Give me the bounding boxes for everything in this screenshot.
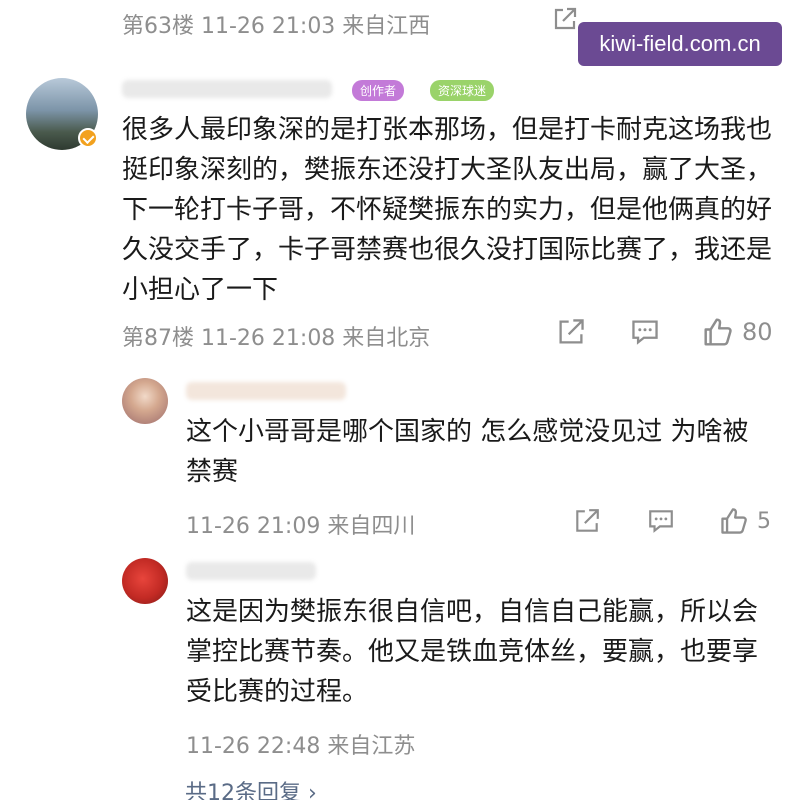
reply-avatar[interactable] — [122, 558, 168, 604]
floor-63-actions — [552, 6, 578, 32]
fan-tag: 资深球迷 — [430, 80, 495, 101]
reply-username-blurred — [186, 382, 346, 400]
comment-text: 很多人最印象深的是打张本那场，但是打卡耐克这场我也挺印象深刻的，樊振东还没打大圣… — [122, 115, 773, 305]
share-button[interactable] — [556, 317, 586, 347]
like-count: 80 — [742, 318, 773, 346]
share-icon — [554, 7, 577, 30]
reply-text: 这个小哥哥是哪个国家的 怎么感觉没见过 为啥被禁赛 — [186, 417, 749, 487]
comment-button[interactable] — [630, 317, 660, 347]
comment-actions: 80 — [556, 316, 773, 348]
reply-actions: 5 — [573, 506, 771, 536]
floor-63-meta: 第63楼 11-26 21:03 来自江西 — [122, 14, 431, 39]
reply-username-blurred — [186, 562, 316, 580]
like-button[interactable]: 80 — [702, 316, 773, 348]
reply-meta: 11-26 22:48 来自江苏 — [186, 734, 416, 759]
more-replies-link[interactable]: 共12条回复 › — [185, 775, 317, 800]
comment-icon — [632, 320, 658, 345]
reply-like-button[interactable]: 5 — [719, 506, 771, 536]
creator-tag: 创作者 — [352, 80, 405, 101]
thumbs-up-icon — [721, 508, 747, 534]
comment-icon — [649, 510, 673, 533]
floor-87-meta: 第87楼 11-26 21:08 来自北京 — [122, 326, 431, 351]
reply-share-button[interactable] — [573, 507, 601, 535]
verified-badge-icon — [78, 128, 98, 148]
share-icon — [576, 509, 599, 532]
reply-meta: 11-26 21:09 来自四川 — [186, 514, 416, 539]
thumbs-up-icon — [704, 318, 732, 346]
reply-comment-button[interactable] — [647, 507, 675, 535]
share-icon — [559, 319, 584, 344]
reply-like-count: 5 — [757, 508, 771, 534]
username-blurred — [122, 80, 332, 98]
watermark-label: kiwi-field.com.cn — [578, 22, 782, 66]
reply-text: 这是因为樊振东很自信吧，自信自己能赢，所以会掌控比赛节奏。他又是铁血竞体丝，要赢… — [186, 597, 759, 707]
reply-avatar[interactable] — [122, 378, 168, 424]
floor-63-share-button[interactable] — [552, 6, 578, 32]
